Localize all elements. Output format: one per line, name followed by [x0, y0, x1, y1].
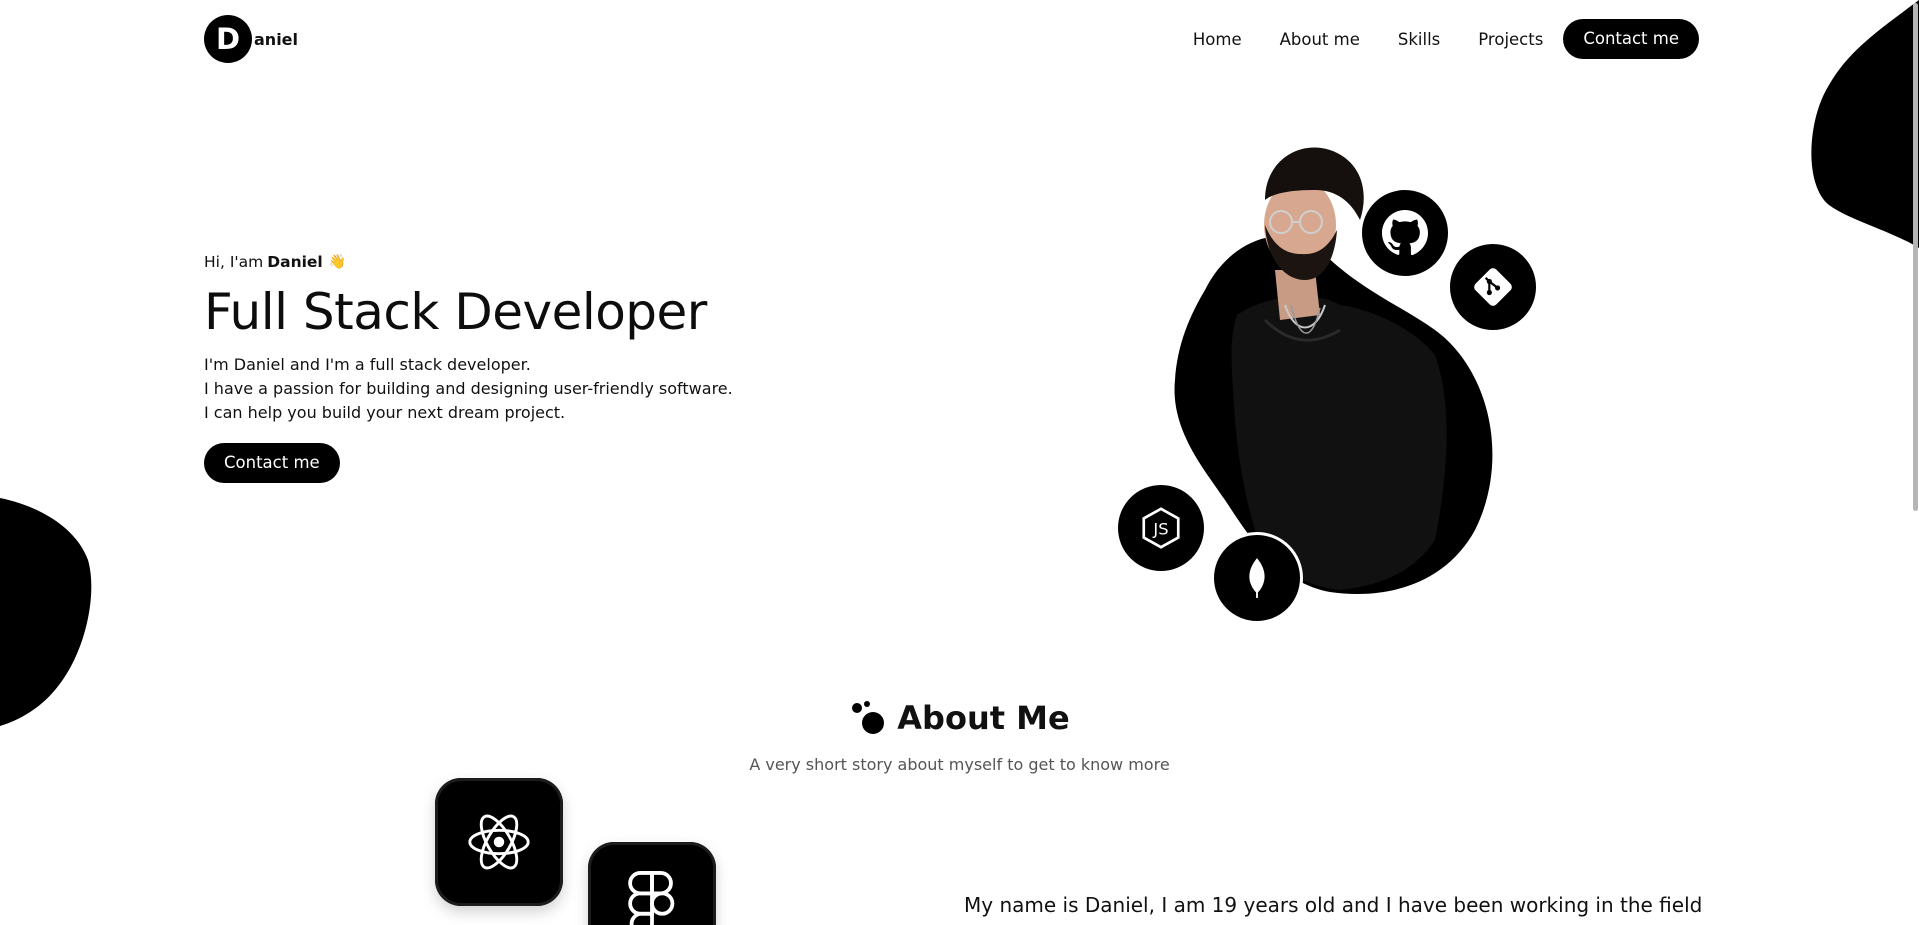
git-badge — [1447, 241, 1539, 333]
figma-icon — [628, 871, 675, 925]
github-badge — [1359, 187, 1451, 279]
scrollbar-thumb[interactable] — [1913, 3, 1918, 511]
greeting-name: Daniel — [267, 253, 323, 271]
hero-section: Hi, I'am Daniel 👋 Full Stack Developer I… — [204, 250, 904, 483]
logo-text: aniel — [254, 29, 299, 49]
nav-skills[interactable]: Skills — [1379, 30, 1459, 49]
page-scrollbar[interactable] — [1912, 0, 1919, 925]
react-icon — [468, 814, 530, 870]
hero-greeting: Hi, I'am Daniel 👋 — [204, 250, 904, 274]
hero-portrait-art: JS — [1115, 130, 1555, 630]
nodejs-icon: JS — [1142, 507, 1180, 549]
hero-desc-line: I can help you build your next dream pro… — [204, 403, 566, 422]
hero-description: I'm Daniel and I'm a full stack develope… — [204, 353, 904, 425]
bubbles-icon — [852, 701, 885, 734]
hero-title: Full Stack Developer — [204, 283, 707, 341]
nav-about[interactable]: About me — [1261, 30, 1379, 49]
greeting-prefix: Hi, I'am — [204, 253, 264, 271]
nav-contact-button[interactable]: Contact me — [1563, 19, 1699, 59]
about-subtitle: A very short story about myself to get t… — [749, 755, 1170, 774]
about-header: About Me — [0, 698, 1919, 742]
github-icon — [1382, 210, 1428, 256]
react-tile — [435, 778, 563, 906]
hero-contact-button[interactable]: Contact me — [204, 443, 340, 483]
main-nav: Home About me Skills Projects Contact me — [1174, 19, 1699, 59]
about-title: About Me — [897, 699, 1070, 737]
wave-emoji-icon: 👋 — [328, 254, 347, 270]
brand-logo[interactable]: D aniel — [204, 15, 298, 63]
mongodb-icon — [1249, 558, 1265, 598]
svg-text:JS: JS — [1152, 520, 1168, 539]
nav-projects[interactable]: Projects — [1459, 30, 1562, 49]
hero-desc-line: I have a passion for building and design… — [204, 379, 733, 398]
nodejs-badge: JS — [1115, 482, 1207, 574]
site-header: D aniel Home About me Skills Projects Co… — [0, 0, 1919, 80]
figma-tile — [588, 842, 716, 925]
git-icon — [1474, 268, 1512, 306]
hero-desc-line: I'm Daniel and I'm a full stack develope… — [204, 355, 531, 374]
nav-home[interactable]: Home — [1174, 30, 1261, 49]
about-body-text: My name is Daniel, I am 19 years old and… — [964, 893, 1703, 917]
logo-mark: D — [204, 15, 252, 63]
mongodb-badge — [1211, 532, 1303, 624]
decorative-blob-left — [0, 498, 92, 726]
